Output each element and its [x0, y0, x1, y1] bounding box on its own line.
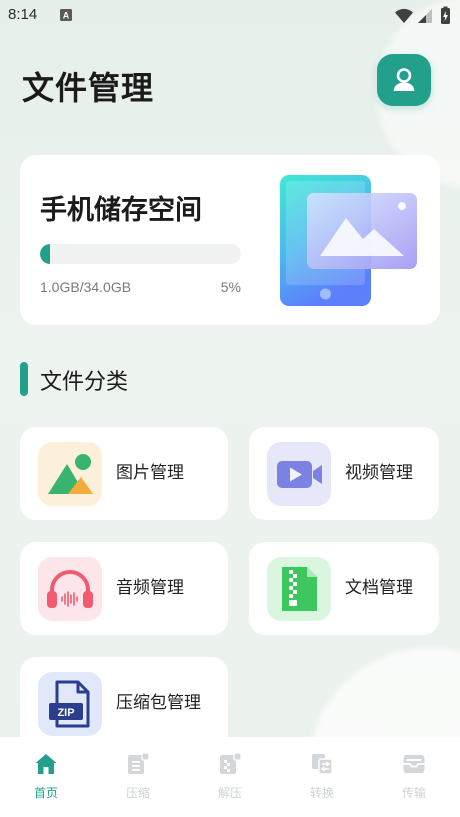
category-label: 视频管理 — [345, 463, 413, 483]
storage-title: 手机储存空间 — [40, 195, 202, 226]
nav-label: 转换 — [309, 786, 334, 800]
notification-badge-text: A — [63, 11, 70, 21]
user-icon — [393, 68, 415, 91]
nav-label: 传输 — [401, 786, 426, 800]
bottom-nav: 首页 压缩 解压 转换 传输 — [0, 737, 460, 817]
nav-item-transfer[interactable]: 传输 — [368, 737, 460, 817]
document-icon — [267, 557, 331, 621]
transfer-icon — [403, 755, 425, 773]
notification-a-icon: A — [60, 9, 72, 21]
image-icon — [38, 442, 102, 506]
decompress-icon — [220, 752, 242, 774]
storage-card[interactable]: 手机储存空间 1.0GB/34.0GB 5% — [20, 155, 440, 325]
category-label: 音频管理 — [116, 578, 184, 598]
compress-icon — [128, 752, 150, 774]
category-label: 图片管理 — [116, 463, 184, 483]
category-videos[interactable]: 视频管理 — [249, 427, 439, 520]
status-time: 8:14 — [8, 6, 38, 23]
category-label: 文档管理 — [345, 578, 413, 598]
home-icon — [35, 754, 57, 774]
nav-item-home[interactable]: 首页 — [0, 737, 92, 817]
section-title: 文件分类 — [40, 370, 129, 395]
convert-icon — [312, 754, 333, 775]
nav-item-compress[interactable]: 压缩 — [92, 737, 184, 817]
nav-label: 首页 — [33, 786, 58, 800]
wifi-icon — [395, 8, 413, 23]
nav-label: 压缩 — [125, 786, 150, 800]
nav-label: 解压 — [217, 786, 242, 800]
profile-button[interactable] — [377, 54, 431, 106]
nav-item-decompress[interactable]: 解压 — [184, 737, 276, 817]
storage-progress-fill — [40, 244, 51, 264]
category-documents[interactable]: 文档管理 — [249, 542, 439, 635]
signal-icon — [418, 9, 432, 23]
category-audio[interactable]: 音频管理 — [20, 542, 228, 635]
storage-used-label: 1.0GB/34.0GB — [40, 279, 132, 295]
zip-badge-text: ZIP — [57, 707, 74, 719]
category-images[interactable]: 图片管理 — [20, 427, 228, 520]
headphones-icon — [38, 557, 102, 621]
video-icon — [267, 442, 331, 506]
page-title: 文件管理 — [22, 69, 155, 107]
storage-percent-label: 5% — [220, 279, 241, 295]
phone-image-icon — [280, 175, 417, 306]
battery-charging-icon — [441, 6, 450, 24]
nav-item-convert[interactable]: 转换 — [276, 737, 368, 817]
status-icons — [395, 6, 450, 24]
storage-progress-bar — [40, 244, 241, 264]
zip-file-icon: ZIP — [38, 672, 102, 736]
section-accent-bar — [20, 362, 28, 396]
